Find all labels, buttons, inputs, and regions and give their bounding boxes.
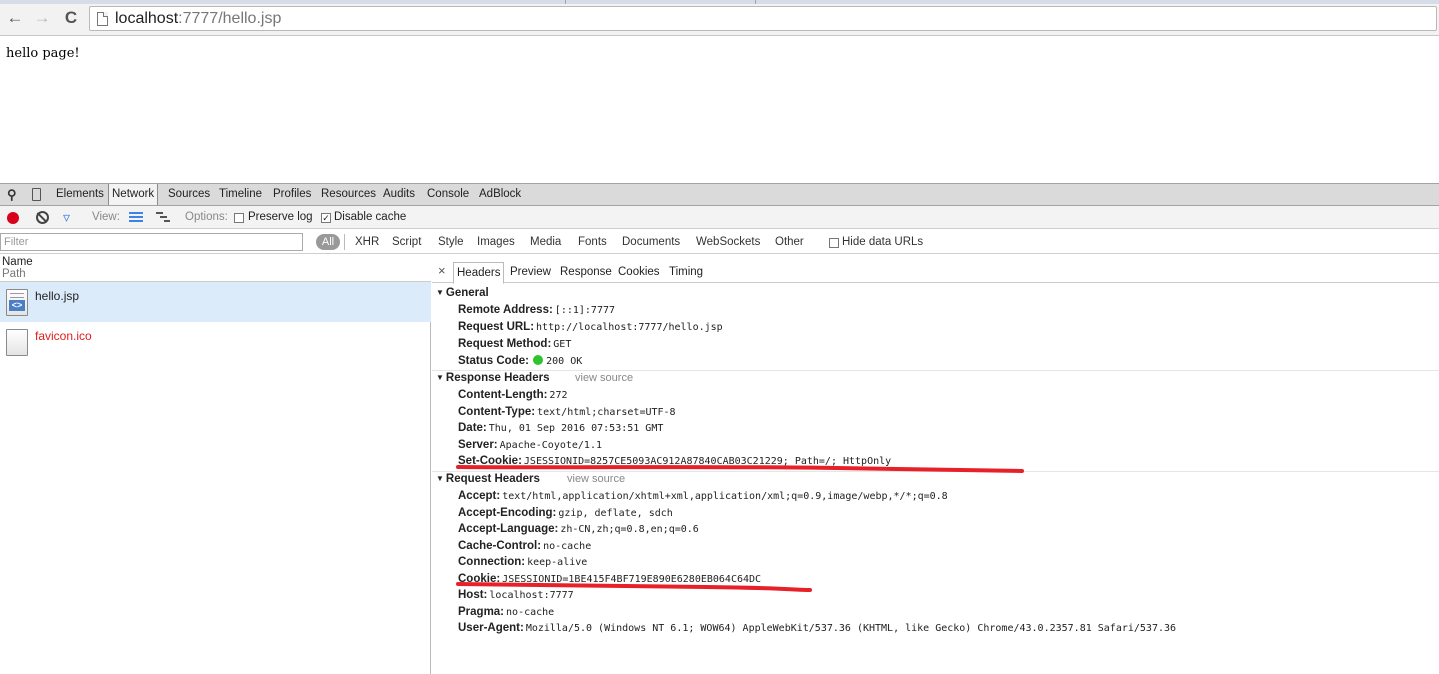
- filter-all-button[interactable]: All: [316, 234, 340, 250]
- tab-profiles[interactable]: Profiles: [273, 184, 311, 205]
- expand-triangle-icon: ▼: [436, 373, 444, 382]
- reload-icon[interactable]: C: [62, 9, 80, 27]
- filter-bar: All XHR Script Style Images Media Fonts …: [0, 230, 1439, 254]
- header-pragma: Pragma: no-cache: [458, 606, 555, 618]
- tab-preview[interactable]: Preview: [510, 264, 551, 283]
- disable-cache-label[interactable]: Disable cache: [334, 210, 406, 225]
- header-status-code: Status Code: 200 OK: [458, 355, 583, 367]
- general-section-toggle[interactable]: ▼ General: [436, 286, 489, 301]
- tab-audits[interactable]: Audits: [383, 184, 415, 205]
- filter-websockets[interactable]: WebSockets: [696, 235, 760, 250]
- header-user-agent: User-Agent: Mozilla/5.0 (Windows NT 6.1; …: [458, 622, 1177, 634]
- header-cache-control: Cache-Control: no-cache: [458, 540, 592, 552]
- view-label: View:: [92, 211, 120, 223]
- preserve-log-checkbox[interactable]: [234, 213, 244, 223]
- devtools-panel: ⚲ Elements Network Sources Timeline Prof…: [0, 183, 1439, 674]
- header-connection: Connection: keep-alive: [458, 556, 588, 568]
- hide-data-urls-label[interactable]: Hide data URLs: [842, 235, 923, 250]
- tab-resources[interactable]: Resources: [321, 184, 376, 205]
- address-bar[interactable]: localhost:7777/hello.jsp: [89, 6, 1437, 31]
- header-content-type: Content-Type: text/html;charset=UTF-8: [458, 406, 676, 418]
- forward-icon[interactable]: →: [33, 9, 51, 27]
- tab-cookies[interactable]: Cookies: [618, 264, 660, 283]
- request-list-header[interactable]: Name Path: [0, 254, 431, 282]
- devtools-tabbar: ⚲ Elements Network Sources Timeline Prof…: [0, 184, 1439, 206]
- filter-other[interactable]: Other: [775, 235, 804, 250]
- header-content-length: Content-Length: 272: [458, 389, 568, 401]
- filter-images[interactable]: Images: [477, 235, 515, 250]
- general-title: General: [445, 287, 489, 299]
- filter-funnel-icon[interactable]: ▿: [63, 210, 70, 224]
- filter-style[interactable]: Style: [438, 235, 464, 250]
- header-request-method: Request Method: GET: [458, 338, 572, 350]
- url-host: localhost: [115, 10, 179, 27]
- filter-media[interactable]: Media: [530, 235, 561, 250]
- status-ok-icon: [533, 355, 544, 365]
- filter-script[interactable]: Script: [392, 235, 421, 250]
- header-date: Date: Thu, 01 Sep 2016 07:53:51 GMT: [458, 422, 664, 434]
- record-icon[interactable]: [7, 212, 19, 224]
- column-name[interactable]: Name: [2, 256, 33, 268]
- tab-timing[interactable]: Timing: [669, 264, 703, 283]
- request-details: × Headers Preview Response Cookies Timin…: [432, 254, 1439, 674]
- set-cookie-underline-annotation: [456, 465, 1024, 473]
- network-toolbar: ▿ View: Options: Preserve log ✓ Disable …: [0, 206, 1439, 229]
- tab-elements[interactable]: Elements: [56, 184, 104, 205]
- filter-divider: [344, 234, 345, 250]
- tab-sources[interactable]: Sources: [168, 184, 210, 205]
- header-remote-address: Remote Address: [::1]:7777: [458, 304, 616, 316]
- header-accept-language: Accept-Language: zh-CN,zh;q=0.8,en;q=0.6: [458, 523, 699, 535]
- request-row-hello-jsp[interactable]: <> hello.jsp: [0, 282, 431, 322]
- filter-xhr[interactable]: XHR: [355, 235, 379, 250]
- browser-toolbar: ← → C localhost:7777/hello.jsp: [0, 0, 1439, 36]
- page-body-text: hello page!: [6, 46, 80, 61]
- filter-input[interactable]: [0, 233, 303, 251]
- header-accept: Accept: text/html,application/xhtml+xml,a…: [458, 490, 948, 502]
- tab-strip: [0, 0, 1439, 4]
- column-path[interactable]: Path: [2, 268, 26, 280]
- disable-cache-checkbox[interactable]: ✓: [321, 213, 331, 223]
- response-view-source-link[interactable]: view source: [575, 371, 633, 385]
- preserve-log-label[interactable]: Preserve log: [248, 210, 313, 225]
- url-text[interactable]: localhost:7777/hello.jsp: [115, 9, 281, 29]
- expand-triangle-icon: ▼: [436, 474, 444, 483]
- tab-response[interactable]: Response: [560, 264, 612, 283]
- cookie-underline-annotation: [456, 582, 812, 592]
- device-mode-icon[interactable]: [32, 188, 41, 201]
- clear-icon[interactable]: [36, 211, 49, 224]
- page-icon: [97, 12, 108, 26]
- close-icon[interactable]: ×: [438, 263, 446, 278]
- request-row-favicon[interactable]: favicon.ico: [0, 322, 431, 362]
- large-rows-icon[interactable]: [129, 212, 143, 223]
- tab-network[interactable]: Network: [108, 184, 159, 205]
- hide-data-urls-checkbox[interactable]: [829, 238, 839, 248]
- filter-fonts[interactable]: Fonts: [578, 235, 607, 250]
- tab-console[interactable]: Console: [427, 184, 469, 205]
- detail-tabbar: × Headers Preview Response Cookies Timin…: [432, 261, 1439, 284]
- back-icon[interactable]: ←: [6, 9, 24, 27]
- overview-icon[interactable]: [156, 212, 170, 223]
- expand-triangle-icon: ▼: [436, 288, 444, 297]
- options-label: Options:: [185, 211, 228, 223]
- filter-documents[interactable]: Documents: [622, 235, 680, 250]
- blank-file-icon: [6, 329, 28, 356]
- tab-adblock[interactable]: AdBlock: [479, 184, 521, 205]
- url-path: :7777/hello.jsp: [178, 10, 282, 27]
- response-headers-toggle[interactable]: ▼ Response Headers: [436, 371, 549, 386]
- request-name: favicon.ico: [35, 329, 92, 343]
- inspect-search-icon[interactable]: ⚲: [7, 187, 17, 203]
- request-list: Name Path <> hello.jsp favicon.ico: [0, 254, 431, 674]
- request-name: hello.jsp: [35, 289, 80, 303]
- tab-timeline[interactable]: Timeline: [219, 184, 262, 205]
- response-headers-title: Response Headers: [445, 372, 550, 384]
- header-request-url: Request URL: http://localhost:7777/hello.…: [458, 321, 723, 333]
- document-file-icon: <>: [6, 289, 28, 316]
- header-server: Server: Apache-Coyote/1.1: [458, 439, 602, 451]
- tab-headers[interactable]: Headers: [453, 262, 505, 284]
- header-accept-encoding: Accept-Encoding: gzip, deflate, sdch: [458, 507, 673, 519]
